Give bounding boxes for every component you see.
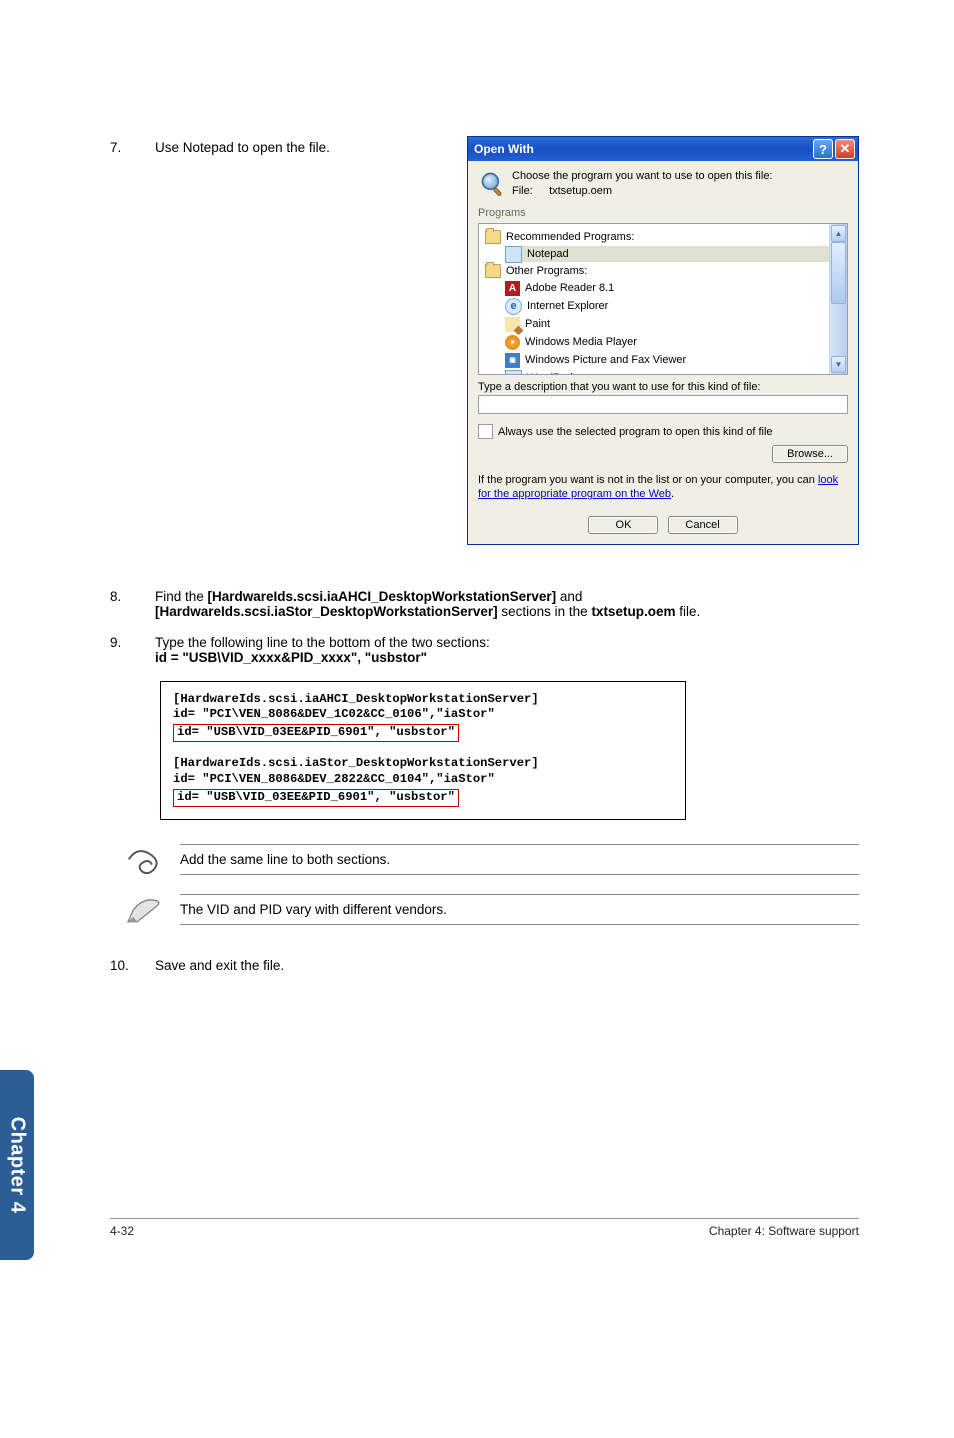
note-2-text: The VID and PID vary with different vend… xyxy=(180,894,859,925)
fax-viewer-icon: ▣ xyxy=(505,353,520,368)
scroll-thumb[interactable] xyxy=(831,242,846,304)
group-other-label: Other Programs: xyxy=(506,265,587,277)
group-recommended-label: Recommended Programs: xyxy=(506,231,634,243)
pen-icon xyxy=(110,894,180,926)
ok-button[interactable]: OK xyxy=(588,516,658,534)
paperclip-icon xyxy=(110,844,180,876)
dialog-titlebar: Open With ? ✕ xyxy=(468,137,858,161)
step-9: 9. Type the following line to the bottom… xyxy=(110,635,859,665)
step-8-bold-3: txtsetup.oem xyxy=(591,604,675,619)
open-with-dialog: Open With ? ✕ Choose the program you wan… xyxy=(467,136,859,545)
wmp-icon: ● xyxy=(505,335,520,350)
program-item-fax[interactable]: ▣ Windows Picture and Fax Viewer xyxy=(505,352,829,368)
program-label: Windows Media Player xyxy=(525,336,637,348)
note-1: Add the same line to both sections. xyxy=(110,844,859,876)
wordpad-icon xyxy=(505,370,522,376)
program-item-notepad[interactable]: Notepad xyxy=(505,246,829,262)
page-number: 4-32 xyxy=(110,1224,134,1238)
ie-icon: e xyxy=(505,298,522,315)
file-name: txtsetup.oem xyxy=(549,185,612,197)
programs-listbox[interactable]: ▲ ▼ Recommended Programs: Notepad xyxy=(478,223,848,375)
code-line-highlight-2: id= "USB\VID_03EE&PID_6901", "usbstor" xyxy=(173,789,459,807)
dialog-title: Open With xyxy=(474,142,534,156)
program-item-ie[interactable]: e Internet Explorer xyxy=(505,298,829,314)
programs-label: Programs xyxy=(478,207,848,219)
program-label: Windows Picture and Fax Viewer xyxy=(525,354,686,366)
code-line-highlight-1: id= "USB\VID_03EE&PID_6901", "usbstor" xyxy=(173,724,459,742)
fine-print-post: . xyxy=(671,488,674,500)
program-item-adobe[interactable]: A Adobe Reader 8.1 xyxy=(505,280,829,296)
step-7-num: 7. xyxy=(110,140,155,155)
step-8-bold-1: [HardwareIds.scsi.iaAHCI_DesktopWorkstat… xyxy=(208,589,557,604)
step-9-num: 9. xyxy=(110,635,155,650)
close-icon[interactable]: ✕ xyxy=(835,139,855,159)
step-7: 7. Use Notepad to open the file. Open Wi… xyxy=(110,140,859,545)
search-icon xyxy=(478,169,508,199)
dialog-choose-text: Choose the program you want to use to op… xyxy=(512,170,773,182)
step-10-text: Save and exit the file. xyxy=(155,958,859,973)
paint-icon xyxy=(505,317,520,332)
always-use-label: Always use the selected program to open … xyxy=(498,426,773,438)
step-9-text-1: Type the following line to the bottom of… xyxy=(155,635,859,650)
group-recommended: Recommended Programs: xyxy=(485,230,829,244)
program-item-paint[interactable]: Paint xyxy=(505,316,829,332)
program-label: Adobe Reader 8.1 xyxy=(525,282,614,294)
code-sample: [HardwareIds.scsi.iaAHCI_DesktopWorkstat… xyxy=(160,681,686,820)
code-line: [HardwareIds.scsi.iaAHCI_DesktopWorkstat… xyxy=(173,692,673,708)
step-8: 8. Find the [HardwareIds.scsi.iaAHCI_Des… xyxy=(110,589,859,619)
chapter-tab: Chapter 4 xyxy=(0,1070,34,1260)
type-description-label: Type a description that you want to use … xyxy=(478,381,848,393)
code-line: id= "PCI\VEN_8086&DEV_1C02&CC_0106","iaS… xyxy=(173,707,673,723)
description-input[interactable] xyxy=(478,395,848,414)
browse-button[interactable]: Browse... xyxy=(772,445,848,463)
code-line: [HardwareIds.scsi.iaStor_DesktopWorkstat… xyxy=(173,756,673,772)
fine-print-pre: If the program you want is not in the li… xyxy=(478,474,818,486)
step-8-text: Find the [HardwareIds.scsi.iaAHCI_Deskto… xyxy=(155,589,859,619)
step-7-text: Use Notepad to open the file. xyxy=(155,140,355,545)
step-9-text-2: id = "USB\VID_xxxx&PID_xxxx", "usbstor" xyxy=(155,650,859,665)
program-label: Internet Explorer xyxy=(527,300,608,312)
footer-chapter-title: Chapter 4: Software support xyxy=(709,1224,859,1238)
program-label: Paint xyxy=(525,318,550,330)
fine-print: If the program you want is not in the li… xyxy=(478,473,848,502)
scroll-down-icon[interactable]: ▼ xyxy=(831,356,846,373)
program-item-wmp[interactable]: ● Windows Media Player xyxy=(505,334,829,350)
folder-icon xyxy=(485,230,501,244)
note-2: The VID and PID vary with different vend… xyxy=(110,894,859,926)
file-label: File: xyxy=(512,185,546,197)
scroll-up-icon[interactable]: ▲ xyxy=(831,225,846,242)
program-label: Notepad xyxy=(527,248,569,260)
cancel-button[interactable]: Cancel xyxy=(668,516,738,534)
adobe-icon: A xyxy=(505,281,520,296)
step-10: 10. Save and exit the file. xyxy=(110,958,859,973)
page-footer: 4-32 Chapter 4: Software support xyxy=(110,1218,859,1238)
scrollbar[interactable]: ▲ ▼ xyxy=(829,224,847,374)
notepad-icon xyxy=(505,246,522,263)
code-line: id= "PCI\VEN_8086&DEV_2822&CC_0104","iaS… xyxy=(173,772,673,788)
group-other: Other Programs: xyxy=(485,264,829,278)
step-8-num: 8. xyxy=(110,589,155,604)
program-item-wordpad[interactable]: WordPad xyxy=(505,370,829,375)
always-use-checkbox[interactable] xyxy=(478,424,493,439)
step-8-bold-2: [HardwareIds.scsi.iaStor_DesktopWorkstat… xyxy=(155,604,498,619)
folder-icon xyxy=(485,264,501,278)
program-label: WordPad xyxy=(527,372,573,375)
help-icon[interactable]: ? xyxy=(813,139,833,159)
step-10-num: 10. xyxy=(110,958,155,973)
note-1-text: Add the same line to both sections. xyxy=(180,844,859,875)
chapter-tab-label: Chapter 4 xyxy=(6,1117,29,1214)
